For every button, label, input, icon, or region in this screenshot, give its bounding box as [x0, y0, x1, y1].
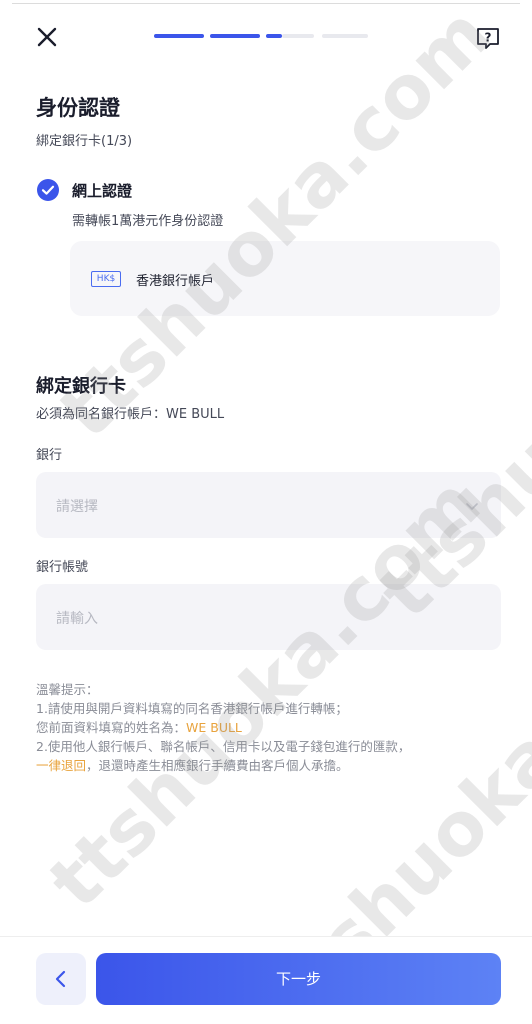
- progress-step: [154, 34, 204, 38]
- progress-step: [282, 34, 314, 38]
- tips-line-4: 一律退回，退還時產生相應銀行手續費由客戶個人承擔。: [36, 756, 506, 775]
- bank-select-placeholder: 請選擇: [56, 499, 98, 515]
- bank-select[interactable]: 請選擇: [36, 472, 501, 538]
- close-button[interactable]: [34, 24, 62, 52]
- account-number-input[interactable]: 請輸入: [36, 584, 501, 650]
- tips-heading: 溫馨提示：: [36, 682, 99, 697]
- tips-refund-highlight: 一律退回: [36, 758, 87, 773]
- next-button[interactable]: 下一步: [96, 953, 501, 1005]
- page-title: 身份認證: [36, 96, 120, 120]
- progress-step: [266, 34, 282, 38]
- check-circle-icon: [37, 179, 59, 201]
- account-number-label: 銀行帳號: [36, 560, 89, 575]
- verification-method-description: 需轉帳1萬港元作身份認證: [72, 214, 224, 229]
- bind-card-title: 綁定銀行卡: [36, 376, 126, 397]
- bank-field-label: 銀行: [36, 448, 63, 463]
- progress-indicator: [154, 34, 370, 38]
- help-icon: ?: [477, 28, 499, 49]
- chevron-left-icon: [55, 970, 66, 988]
- top-divider: [12, 3, 520, 4]
- bank-account-type-label: 香港銀行帳戶: [136, 274, 215, 289]
- chevron-down-icon: [466, 503, 478, 510]
- tips-line-1: 1.請使用與開戶資料填寫的同名香港銀行帳戶進行轉帳；: [36, 701, 348, 716]
- tips-refund-text: ，退還時產生相應銀行手續費由客戶個人承擔。: [86, 758, 349, 773]
- page-subtitle: 綁定銀行卡(1/3): [36, 134, 133, 149]
- bank-account-type-card[interactable]: HK$ 香港銀行帳戶: [70, 241, 500, 316]
- bind-card-subtitle: 必須為同名銀行帳戶：WE BULL: [36, 407, 225, 422]
- close-icon: [37, 27, 57, 47]
- svg-text:?: ?: [485, 31, 492, 45]
- tips-line-3: 2.使用他人銀行帳戶、聯名帳戶、信用卡以及電子錢包進行的匯款，: [36, 739, 411, 754]
- hkd-badge-icon: HK$: [91, 271, 121, 287]
- top-bar: ?: [0, 0, 532, 72]
- tips-account-name: WE BULL: [186, 720, 242, 735]
- account-number-placeholder: 請輸入: [56, 611, 98, 627]
- progress-step: [210, 34, 260, 38]
- bottom-action-bar: 下一步: [0, 936, 532, 1024]
- tips-section: 溫馨提示： 1.請使用與開戶資料填寫的同名香港銀行帳戶進行轉帳； 您前面資料填寫…: [36, 680, 506, 775]
- back-button[interactable]: [36, 953, 86, 1005]
- verification-method-title: 網上認證: [72, 182, 133, 200]
- tips-name-prefix: 您前面資料填寫的姓名為：: [36, 720, 187, 735]
- progress-step: [322, 34, 368, 38]
- tips-line-2: 您前面資料填寫的姓名為：WE BULL: [36, 718, 506, 737]
- help-button[interactable]: ?: [474, 24, 502, 52]
